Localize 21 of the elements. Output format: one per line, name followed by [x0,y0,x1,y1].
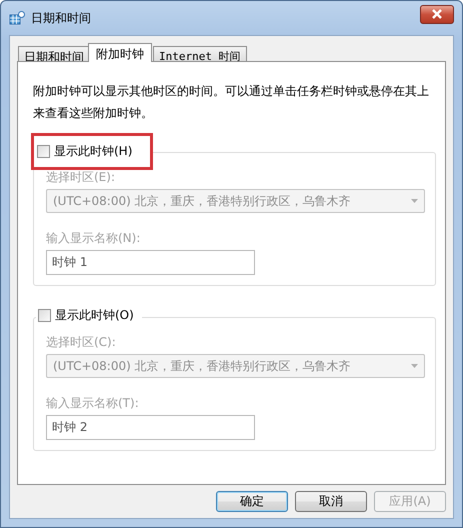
display-name-field[interactable]: 时钟 1 [46,250,255,275]
timezone-label: 选择时区(C): [46,334,117,351]
description-text: 附加时钟可以显示其他时区的时间。可以通过单击任务栏时钟或悬停在其上来查看这些附加时钟。 [33,83,430,122]
display-name-label: 输入显示名称(N): [46,230,142,247]
checkbox-label[interactable]: 显示此时钟(O) [55,307,134,324]
tab[interactable]: 附加时钟 [88,43,152,62]
checkbox[interactable] [37,145,50,158]
timezone-label: 选择时区(E): [46,169,116,186]
checkbox-label[interactable]: 显示此时钟(H) [54,143,132,160]
checkbox[interactable] [38,309,51,322]
calendar-clock-icon [9,11,25,25]
window-title: 日期和时间 [31,10,92,26]
close-button[interactable] [420,4,454,24]
dropdown-arrow-icon [411,364,418,368]
close-icon [431,9,443,19]
dialog-button[interactable]: 确定 [216,491,288,512]
display-name-field[interactable]: 时钟 2 [46,415,255,440]
dropdown-arrow-icon [411,199,418,203]
display-name-label: 输入显示名称(T): [46,395,140,412]
tab[interactable]: Internet 时间 [153,46,247,61]
dialog-button[interactable]: 取消 [295,491,367,512]
